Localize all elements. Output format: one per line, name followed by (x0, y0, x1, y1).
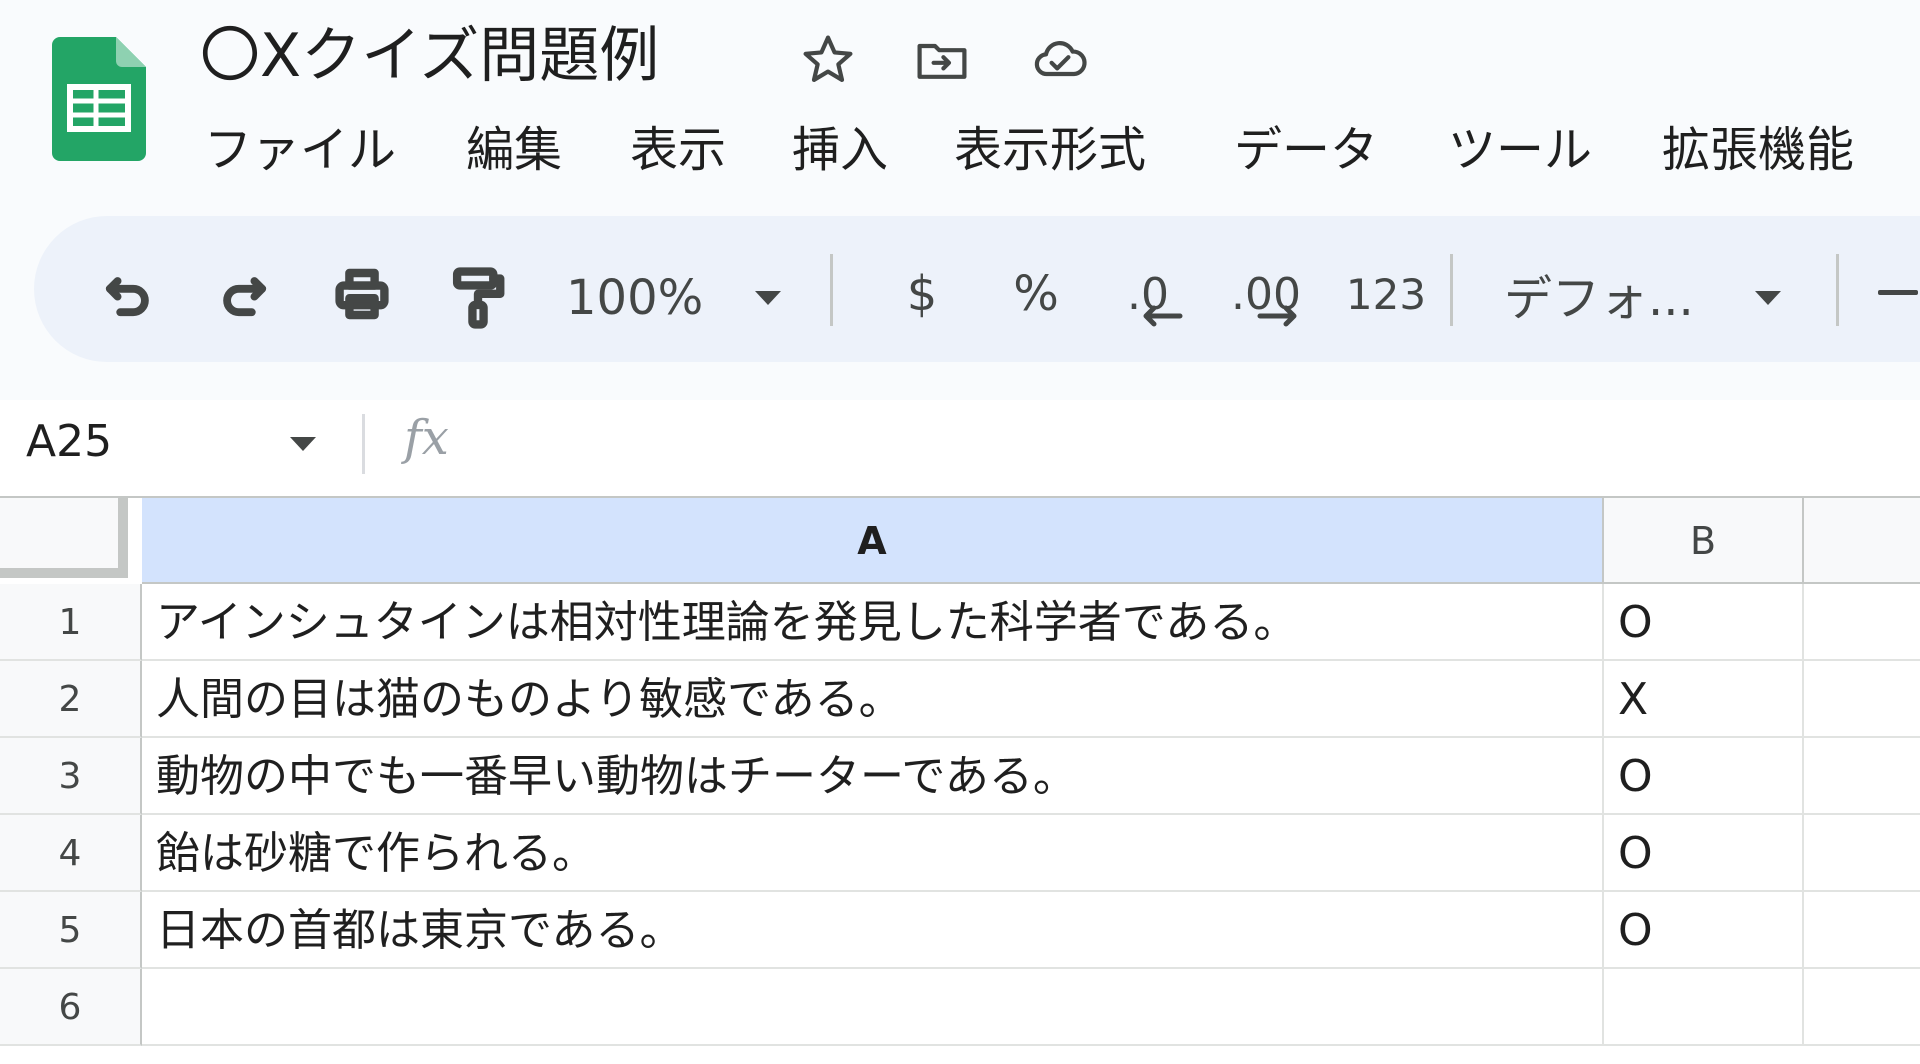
cell-b4[interactable]: O (1604, 815, 1804, 892)
cell-b2[interactable]: X (1604, 661, 1804, 738)
menu-file[interactable]: ファイル (190, 110, 410, 190)
font-dropdown-caret[interactable] (1752, 288, 1784, 308)
document-title[interactable]: 〇Xクイズ問題例 (200, 20, 659, 92)
menu-extensions[interactable]: 拡張機能 (1648, 110, 1868, 190)
cell-a3[interactable]: 動物の中でも一番早い動物はチーターである。 (142, 738, 1604, 815)
cell-c5[interactable] (1804, 892, 1920, 969)
cell-b5[interactable]: O (1604, 892, 1804, 969)
menu-edit[interactable]: 編集 (452, 110, 576, 190)
row-header[interactable]: 3 (0, 738, 142, 815)
name-box[interactable]: A25 (26, 412, 112, 472)
zoom-dropdown-caret[interactable] (752, 288, 784, 308)
redo-icon[interactable] (208, 258, 280, 330)
paint-format-icon[interactable] (442, 258, 514, 338)
star-icon[interactable] (796, 28, 860, 92)
move-to-folder-icon[interactable] (910, 28, 974, 92)
cell-c3[interactable] (1804, 738, 1920, 815)
select-all-corner[interactable] (0, 498, 128, 578)
column-header-b[interactable]: B (1604, 498, 1804, 584)
cell-a4[interactable]: 飴は砂糖で作られる。 (142, 815, 1604, 892)
undo-icon[interactable] (92, 258, 164, 330)
menu-tools[interactable]: ツール (1434, 110, 1606, 190)
cell-c1[interactable] (1804, 584, 1920, 661)
format-percent-button[interactable]: % (1000, 258, 1072, 330)
decrease-decimal-button[interactable]: .0 (1100, 250, 1196, 338)
column-header-c[interactable] (1804, 498, 1920, 584)
toolbar-divider (1836, 254, 1839, 326)
cell-b1[interactable]: O (1604, 584, 1804, 661)
cell-a1[interactable]: アインシュタインは相対性理論を発見した科学者である。 (142, 584, 1604, 661)
cell-b6[interactable] (1604, 969, 1804, 1046)
cell-a5[interactable]: 日本の首都は東京である。 (142, 892, 1604, 969)
row-header[interactable]: 4 (0, 815, 142, 892)
more-formats-button[interactable]: 123 (1334, 258, 1438, 330)
formula-bar (0, 400, 1920, 500)
cell-b3[interactable]: O (1604, 738, 1804, 815)
sheets-logo[interactable] (52, 37, 146, 161)
spreadsheet-grid: A B 1 アインシュタインは相対性理論を発見した科学者である。 O 2 人間の… (0, 496, 1920, 1064)
menu-insert[interactable]: 挿入 (778, 110, 902, 190)
fx-icon: fx (404, 410, 449, 466)
arrow-right-icon (1257, 305, 1297, 327)
font-family-select[interactable]: デフォ... (1504, 258, 1694, 330)
cell-c4[interactable] (1804, 815, 1920, 892)
menu-data[interactable]: データ (1220, 110, 1392, 190)
font-size-decrease-icon[interactable] (1876, 288, 1920, 296)
column-header-a[interactable]: A (142, 498, 1604, 584)
row-header[interactable]: 1 (0, 584, 142, 661)
sheets-window: 〇Xクイズ問題例 ファイル 編集 表示 挿入 表示形式 データ ツール 拡張機能… (0, 0, 1920, 1064)
row-header[interactable]: 2 (0, 661, 142, 738)
menu-format[interactable]: 表示形式 (940, 110, 1160, 190)
formula-bar-divider (362, 414, 365, 474)
format-currency-button[interactable]: $ (886, 258, 958, 330)
toolbar-divider (1450, 254, 1453, 326)
row-header[interactable]: 5 (0, 892, 142, 969)
cloud-status-icon[interactable] (1028, 28, 1092, 92)
menu-view[interactable]: 表示 (616, 110, 740, 190)
cell-c2[interactable] (1804, 661, 1920, 738)
cell-c6[interactable] (1804, 969, 1920, 1046)
name-box-dropdown-caret[interactable] (290, 437, 316, 451)
arrow-left-icon (1143, 305, 1183, 327)
increase-decimal-button[interactable]: .00 (1216, 250, 1316, 338)
cell-a2[interactable]: 人間の目は猫のものより敏感である。 (142, 661, 1604, 738)
cell-a6[interactable] (142, 969, 1604, 1046)
row-header[interactable]: 6 (0, 969, 142, 1046)
print-icon[interactable] (326, 258, 398, 330)
zoom-select[interactable]: 100% (566, 262, 703, 334)
toolbar-divider (830, 254, 833, 326)
